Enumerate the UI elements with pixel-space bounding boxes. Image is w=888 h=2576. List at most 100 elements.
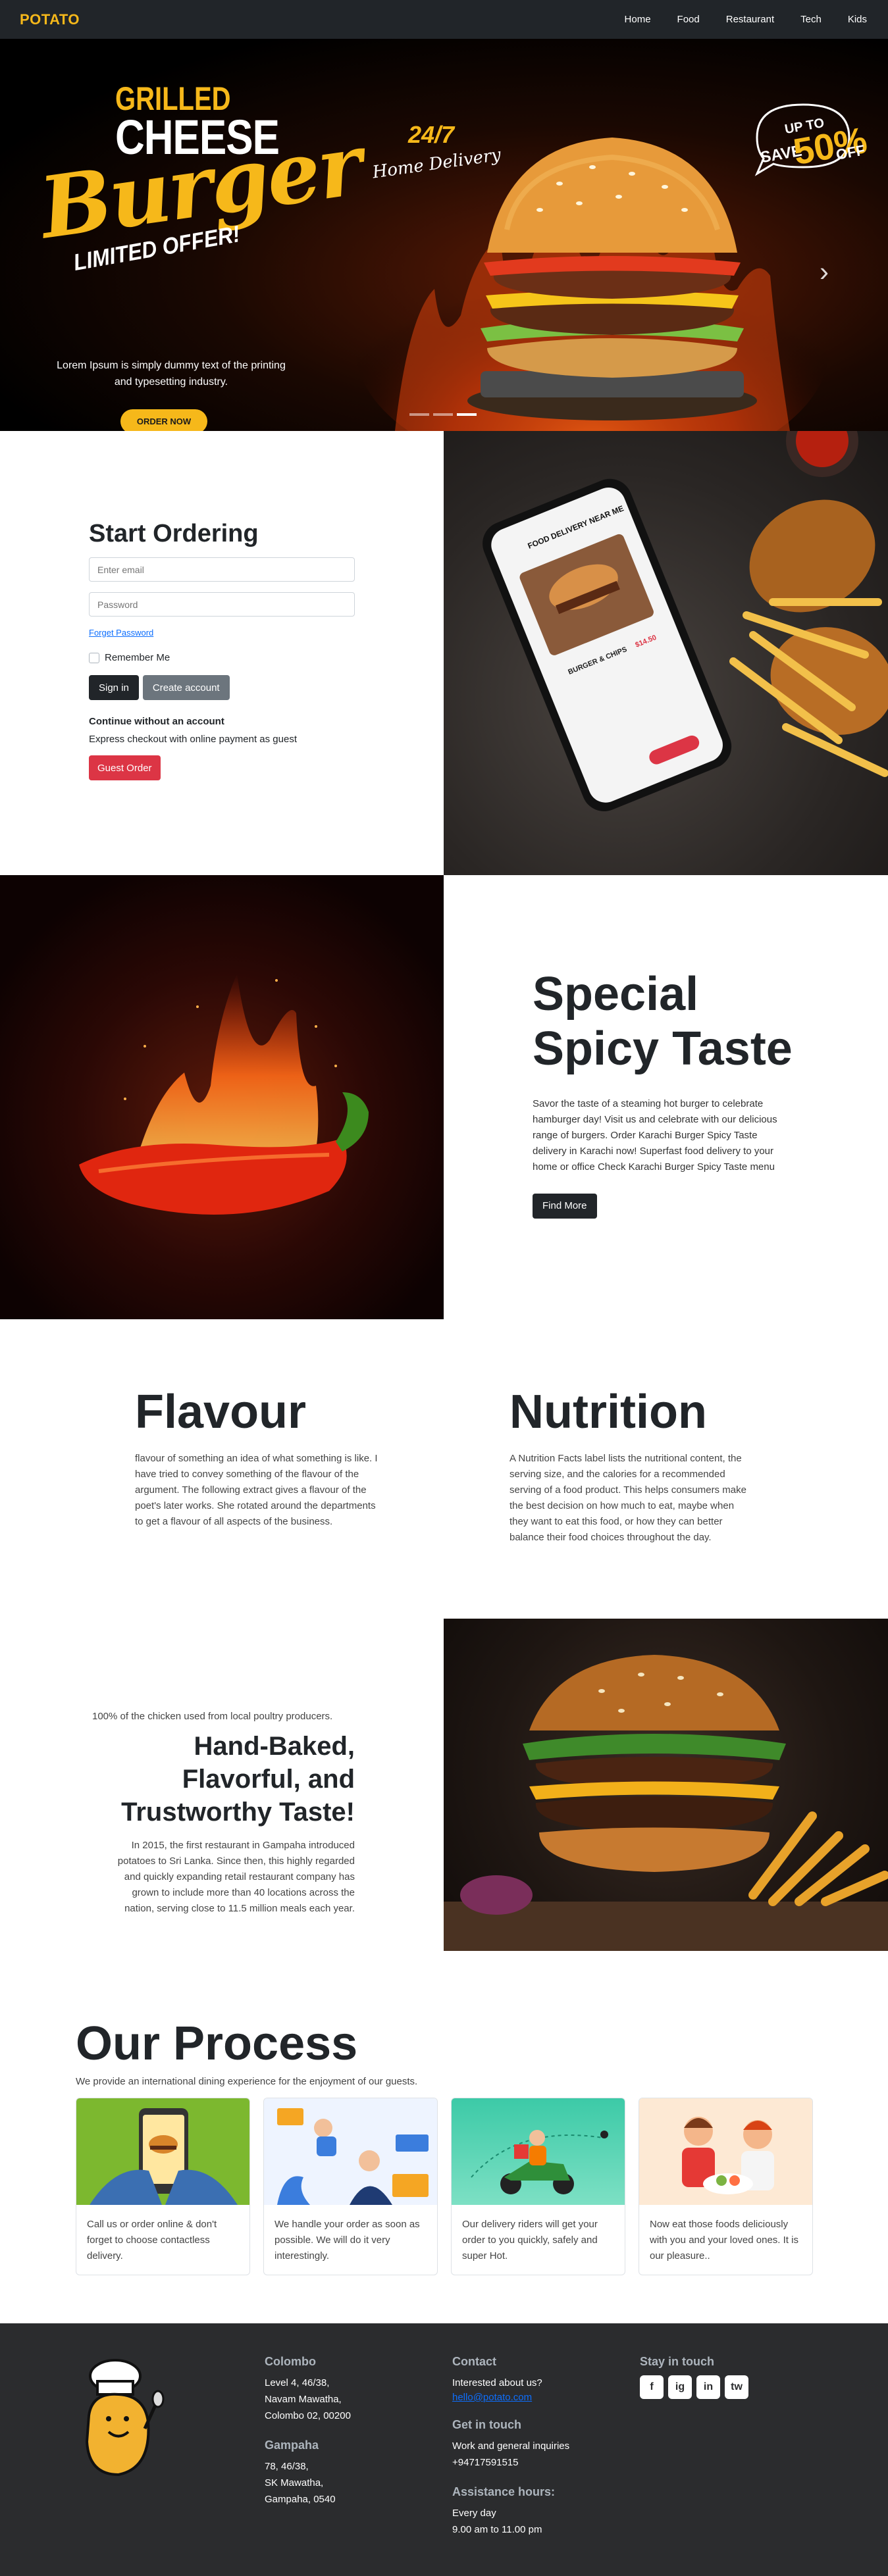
auth-buttons: Sign in Create account <box>89 675 444 700</box>
spicy-taste-section: Special Spicy Taste Savor the taste of a… <box>0 875 888 1319</box>
spicy-text-block: Special Spicy Taste Savor the taste of a… <box>444 875 888 1319</box>
process-card-eat: Now eat those foods deliciously with you… <box>639 2098 813 2275</box>
nav-link-food[interactable]: Food <box>664 14 713 25</box>
footer-hours-line2: 9.00 am to 11.00 pm <box>452 2524 542 2535</box>
carousel-next-chevron-icon[interactable]: › <box>820 256 829 288</box>
nav-link-home[interactable]: Home <box>612 14 664 25</box>
customer-support-image <box>264 2098 437 2205</box>
spicy-title: Special Spicy Taste <box>533 967 888 1076</box>
brand-logo[interactable]: POTATO <box>20 11 80 28</box>
spicy-description: Savor the taste of a steaming hot burger… <box>533 1098 777 1173</box>
hand-baked-text-block: 100% of the chicken used from local poul… <box>0 1619 444 1951</box>
footer-contact-text: Interested about us? <box>452 2377 542 2388</box>
family-eating-image <box>639 2098 812 2205</box>
order-now-button[interactable]: ORDER NOW <box>120 409 207 431</box>
delivery-rider-image <box>452 2098 625 2205</box>
spicy-title-line1: Special <box>533 968 699 1021</box>
hero-carousel: GRILLED CHEESE Burger LIMITED OFFER! 24/… <box>0 39 888 431</box>
hand-baked-title-line3: Trustworthy Taste! <box>121 1798 355 1827</box>
hand-baked-kicker: 100% of the chicken used from local poul… <box>92 1711 333 1722</box>
process-card-order: Call us or order online & don't forget t… <box>76 2098 250 2275</box>
linkedin-icon[interactable]: in <box>696 2375 720 2399</box>
carousel-indicator-2[interactable] <box>433 413 453 416</box>
footer-colombo-line1: Level 4, 46/38, <box>265 2377 330 2388</box>
nav-link-kids[interactable]: Kids <box>835 14 868 25</box>
footer-colombo-line2: Navam Mawatha, <box>265 2393 342 2405</box>
footer-gampaha-title: Gampaha <box>265 2438 319 2452</box>
hero-title-group: GRILLED CHEESE Burger LIMITED OFFER! <box>0 39 367 381</box>
our-process-title: Our Process <box>76 2017 358 2070</box>
phone-chicken-image: FOOD DELIVERY NEAR ME BURGER & CHIPS $14… <box>444 431 888 875</box>
footer-stay-title: Stay in touch <box>640 2355 715 2368</box>
login-form: Start Ordering Forget Password Remember … <box>0 431 444 875</box>
flavour-column: Flavour flavour of something an idea of … <box>0 1385 444 1619</box>
order-illustration: FOOD DELIVERY NEAR ME BURGER & CHIPS $14… <box>483 431 888 811</box>
chili-illustration <box>79 974 369 1215</box>
hand-baked-title-line1: Hand-Baked, <box>194 1732 355 1761</box>
footer-email-link[interactable]: hello@potato.com <box>452 2392 532 2403</box>
carousel-indicators <box>409 413 477 416</box>
email-input[interactable] <box>89 557 355 582</box>
nutrition-title: Nutrition <box>509 1386 707 1438</box>
nutrition-column: Nutrition A Nutrition Facts label lists … <box>444 1385 887 1619</box>
forget-password-link[interactable]: Forget Password <box>89 628 153 638</box>
guest-order-button[interactable]: Guest Order <box>89 755 161 780</box>
spicy-title-line2: Spicy Taste <box>533 1022 793 1075</box>
sign-in-button[interactable]: Sign in <box>89 675 139 700</box>
facebook-icon[interactable]: f <box>640 2375 664 2399</box>
footer-addresses: Colombo Level 4, 46/38, Navam Mawatha, C… <box>265 2355 351 2508</box>
remember-me-checkbox[interactable]: Remember Me <box>89 652 444 663</box>
checkbox-icon[interactable] <box>89 652 99 663</box>
flavour-title: Flavour <box>135 1386 307 1438</box>
process-card-text: Now eat those foods deliciously with you… <box>650 2219 798 2261</box>
our-process-section: Our Process We provide an international … <box>0 1951 888 2323</box>
process-card-text: Our delivery riders will get your order … <box>462 2219 598 2261</box>
footer-colombo-title: Colombo <box>265 2355 316 2368</box>
potato-chef-mascot-logo <box>85 2359 165 2477</box>
our-process-subtitle: We provide an international dining exper… <box>76 2076 418 2087</box>
hand-baked-title-line2: Flavorful, and <box>182 1765 355 1794</box>
social-icons: f ig in tw <box>640 2375 748 2399</box>
process-cards: Call us or order online & don't forget t… <box>76 2098 888 2275</box>
nav-link-tech[interactable]: Tech <box>787 14 835 25</box>
footer-colombo-line3: Colombo 02, 00200 <box>265 2410 351 2421</box>
nav-link-restaurant[interactable]: Restaurant <box>713 14 787 25</box>
nav-links: Home Food Restaurant Tech Kids <box>612 14 868 25</box>
process-card-delivery: Our delivery riders will get your order … <box>451 2098 625 2275</box>
start-ordering-title: Start Ordering <box>89 520 259 547</box>
guest-heading: Continue without an account <box>89 716 224 727</box>
flavour-nutrition-section: Flavour flavour of something an idea of … <box>0 1319 888 1619</box>
carousel-indicator-1[interactable] <box>409 413 429 416</box>
footer-gampaha-line3: Gampaha, 0540 <box>265 2493 336 2505</box>
password-input[interactable] <box>89 592 355 617</box>
nutrition-text: A Nutrition Facts label lists the nutrit… <box>509 1453 746 1543</box>
remember-me-label: Remember Me <box>105 652 170 663</box>
footer-hours-title: Assistance hours: <box>452 2485 556 2499</box>
hand-baked-text: In 2015, the first restaurant in Gampaha… <box>117 1840 355 1914</box>
site-footer: Colombo Level 4, 46/38, Navam Mawatha, C… <box>0 2323 888 2576</box>
chili-flame-image <box>0 875 444 1319</box>
order-phone-image <box>76 2098 249 2205</box>
footer-gampaha-line2: SK Mawatha, <box>265 2477 324 2488</box>
guest-description: Express checkout with online payment as … <box>89 734 298 745</box>
burger-fries-illustration <box>444 1655 888 1951</box>
footer-social: Stay in touch f ig in tw <box>640 2355 748 2399</box>
instagram-icon[interactable]: ig <box>668 2375 692 2399</box>
hand-baked-title: Hand-Baked, Flavorful, and Trustworthy T… <box>0 1730 355 1829</box>
find-more-button[interactable]: Find More <box>533 1193 597 1219</box>
footer-contact: Contact Interested about us? hello@potat… <box>452 2355 569 2538</box>
footer-hours-line1: Every day <box>452 2508 496 2519</box>
process-card-text: We handle your order as soon as possible… <box>274 2219 420 2261</box>
hero-discount-badge: UP TO SAVE 50% OFF <box>744 98 870 177</box>
footer-phone: +94717591515 <box>452 2456 519 2468</box>
hero-description: Lorem Ipsum is simply dummy text of the … <box>57 360 286 388</box>
carousel-indicator-3[interactable] <box>457 413 477 416</box>
twitter-icon[interactable]: tw <box>725 2375 748 2399</box>
footer-touch-text: Work and general inquiries <box>452 2440 570 2452</box>
hand-baked-section: 100% of the chicken used from local poul… <box>0 1619 888 1951</box>
create-account-button[interactable]: Create account <box>142 675 230 700</box>
flavour-text: flavour of something an idea of what som… <box>135 1453 378 1527</box>
